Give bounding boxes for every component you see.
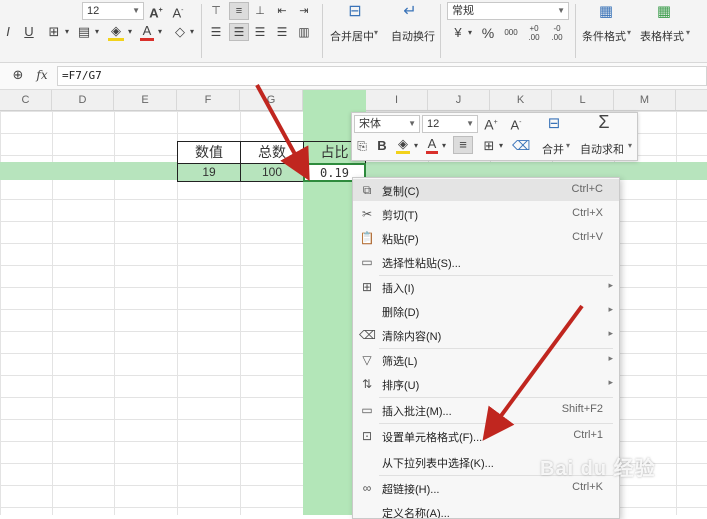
watermark-logo: Bai du 经验 (540, 458, 656, 480)
arrow-to-format-cells (482, 304, 584, 441)
annotation-arrows (255, 84, 584, 441)
arrow-to-selected-cell (255, 84, 310, 182)
